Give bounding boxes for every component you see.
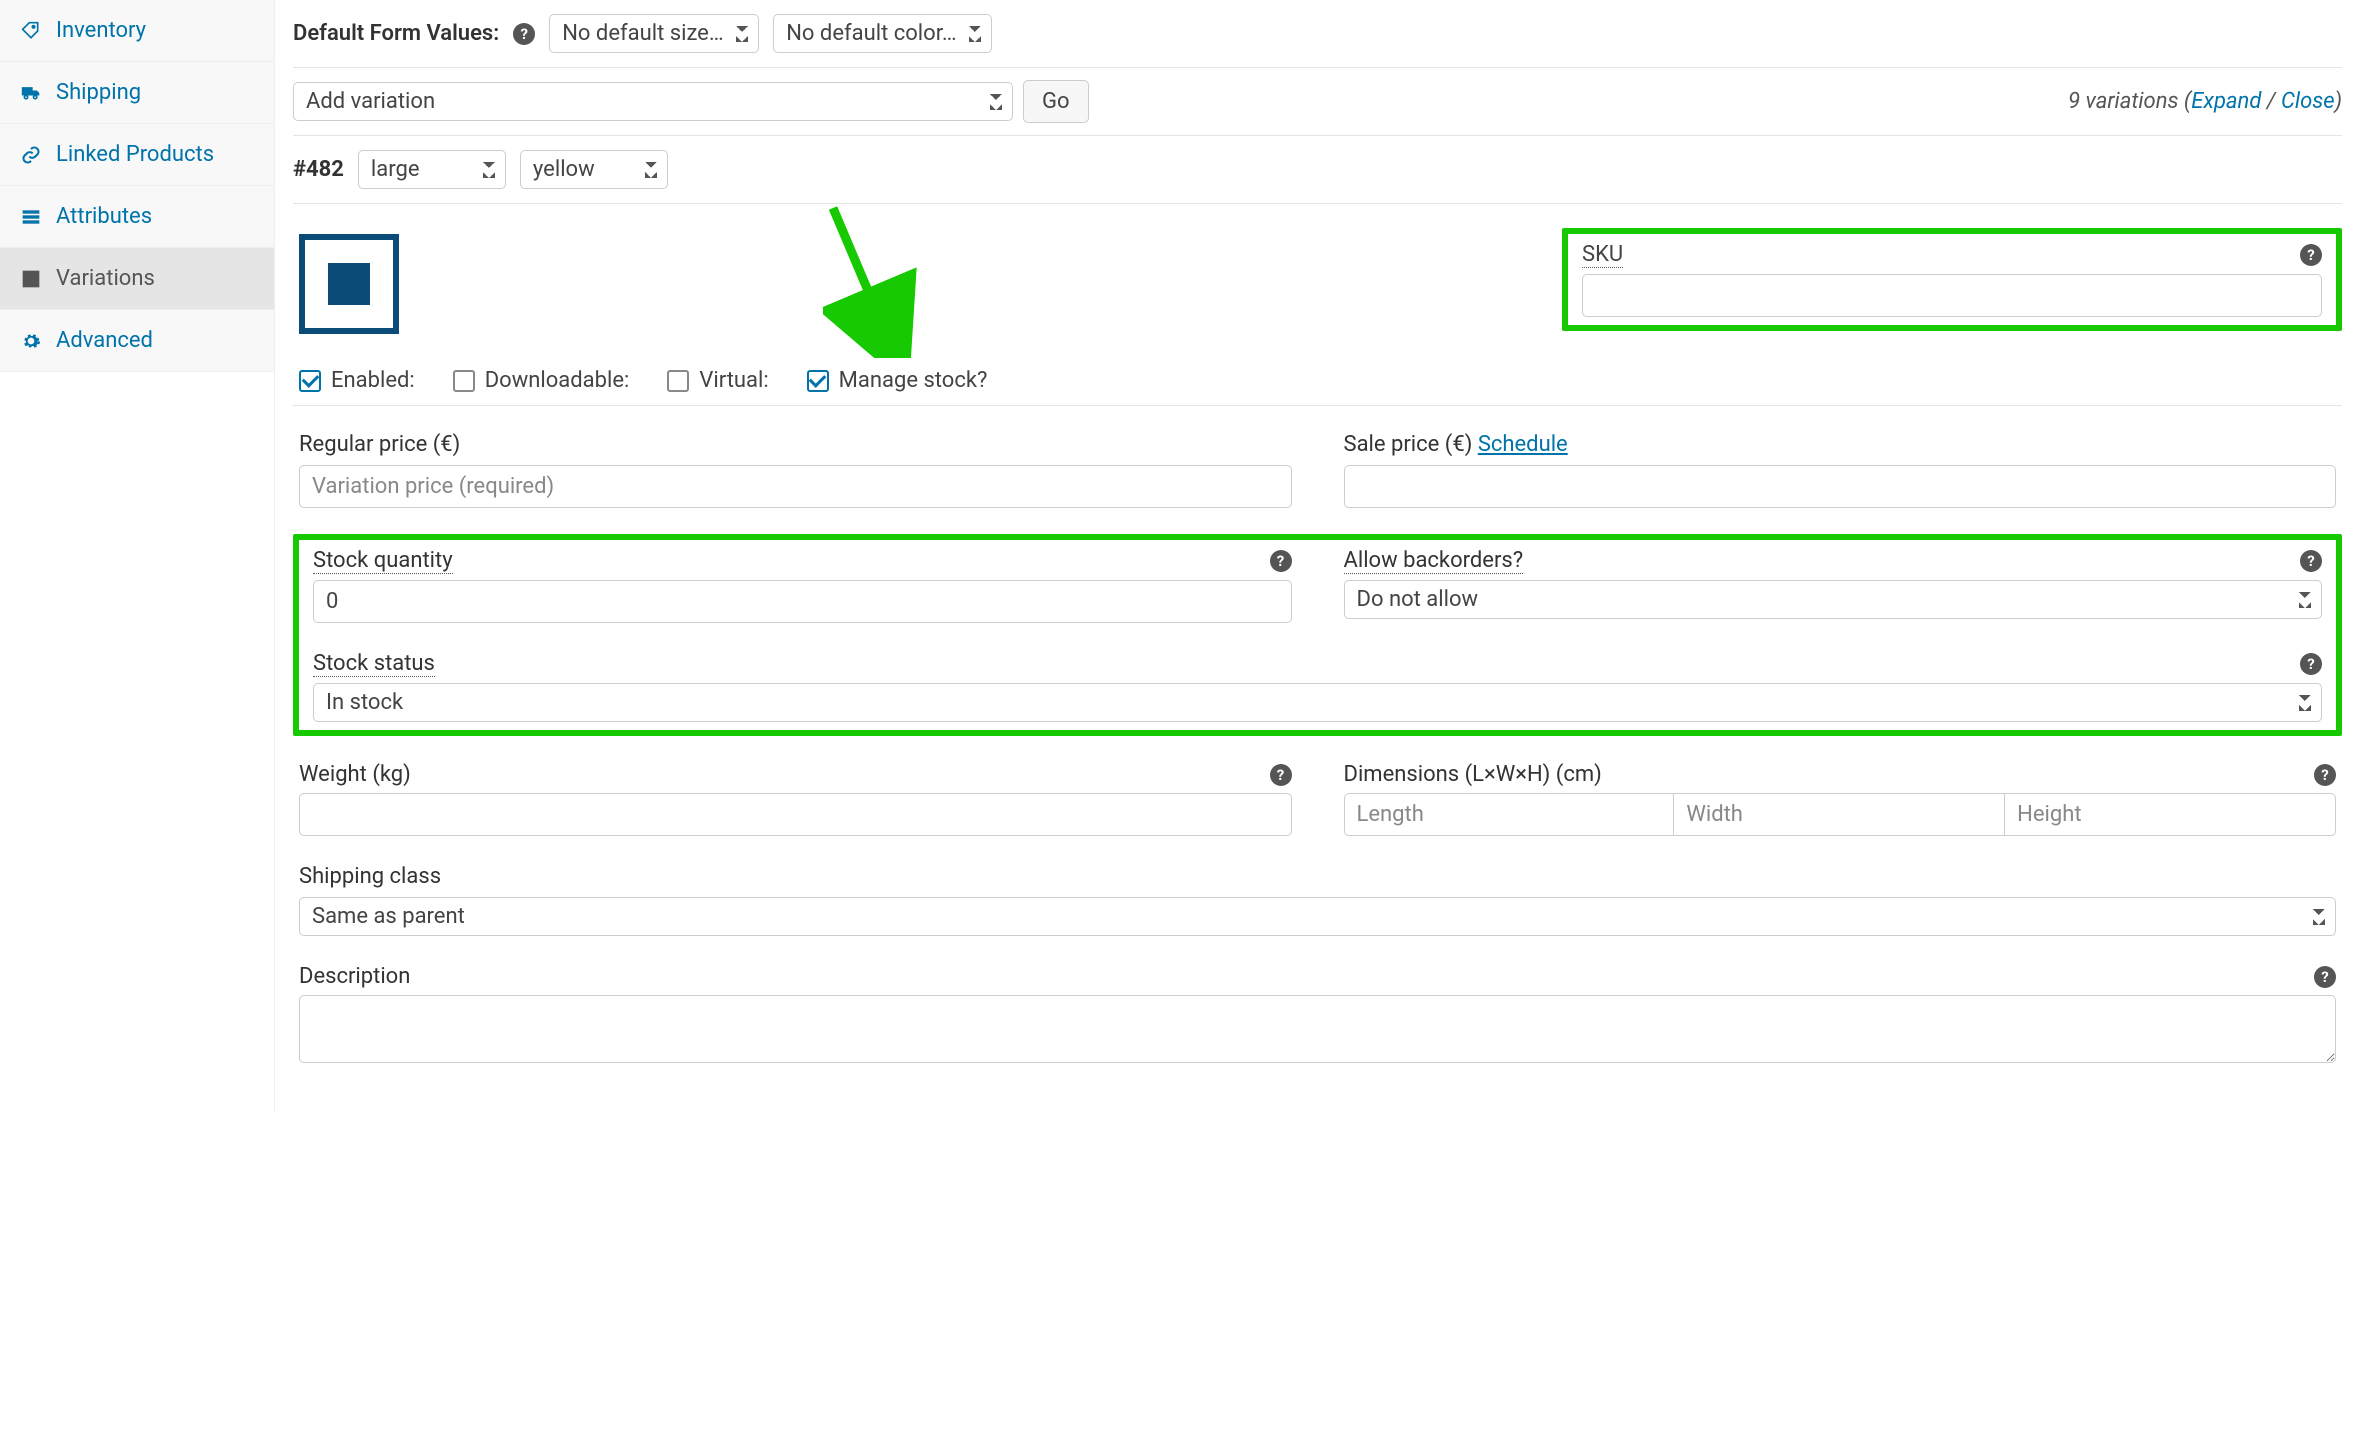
field-label: Dimensions (L×W×H) (cm) — [1344, 762, 1602, 787]
field-label: Allow backorders? — [1344, 548, 1524, 574]
variation-bulk-action-select[interactable]: Add variation — [293, 82, 1013, 121]
list-icon — [20, 206, 42, 228]
tab-label: Inventory — [56, 18, 146, 43]
regular-price-input[interactable] — [299, 465, 1292, 508]
variations-panel: Default Form Values: ? No default size… … — [275, 0, 2360, 1113]
help-icon[interactable]: ? — [1270, 550, 1292, 572]
default-form-values-row: Default Form Values: ? No default size… … — [293, 0, 2342, 67]
default-values-label: Default Form Values: — [293, 21, 499, 46]
variation-header[interactable]: #482 large yellow — [293, 136, 2342, 204]
description-textarea[interactable] — [299, 995, 2336, 1063]
field-label: Stock quantity — [313, 548, 453, 574]
variation-flags-row: Enabled: Downloadable: Virtual: Manage s… — [293, 356, 2342, 406]
image-placeholder-icon — [321, 256, 377, 312]
field-label: Shipping class — [299, 864, 2336, 889]
tab-advanced[interactable]: Advanced — [0, 310, 274, 372]
help-icon[interactable]: ? — [513, 23, 535, 45]
regular-price-field: Regular price (€) — [299, 432, 1292, 508]
backorders-field: Allow backorders?? Do not allow — [1344, 548, 2323, 623]
annotation-arrow — [823, 198, 933, 358]
sku-input[interactable] — [1582, 274, 2322, 317]
description-field: Description? — [299, 964, 2336, 1069]
default-size-select[interactable]: No default size… — [549, 14, 759, 53]
go-button[interactable]: Go — [1023, 80, 1089, 123]
variation-color-select[interactable]: yellow — [520, 150, 668, 189]
height-input[interactable] — [2005, 793, 2336, 836]
tab-attributes[interactable]: Attributes — [0, 186, 274, 248]
field-label: Stock status — [313, 651, 435, 677]
close-link[interactable]: Close — [2281, 89, 2335, 114]
width-input[interactable] — [1674, 793, 2005, 836]
schedule-link[interactable]: Schedule — [1478, 432, 1568, 457]
variation-count: 9 — [2068, 89, 2080, 114]
checkbox-icon — [667, 370, 689, 392]
field-label: Regular price (€) — [299, 432, 1292, 457]
stock-highlight: Stock quantity? Allow backorders?? Do no… — [293, 534, 2342, 736]
weight-input[interactable] — [299, 793, 1292, 836]
tab-inventory[interactable]: Inventory — [0, 0, 274, 62]
variation-image-upload[interactable] — [299, 234, 399, 334]
tab-label: Attributes — [56, 204, 152, 229]
truck-icon — [20, 82, 42, 104]
tab-label: Linked Products — [56, 142, 214, 167]
help-icon[interactable]: ? — [1270, 764, 1292, 786]
field-label: Description — [299, 964, 410, 989]
help-icon[interactable]: ? — [2300, 550, 2322, 572]
checkbox-icon — [453, 370, 475, 392]
variation-id: #482 — [293, 157, 344, 182]
downloadable-checkbox[interactable]: Downloadable: — [453, 368, 630, 393]
help-icon[interactable]: ? — [2314, 966, 2336, 988]
help-icon[interactable]: ? — [2300, 653, 2322, 675]
virtual-checkbox[interactable]: Virtual: — [667, 368, 768, 393]
sale-price-field: Sale price (€) Schedule — [1344, 432, 2337, 508]
checkbox-icon — [807, 370, 829, 392]
manage-stock-checkbox[interactable]: Manage stock? — [807, 368, 988, 393]
sku-label: SKU — [1582, 242, 1623, 268]
grid-icon — [20, 268, 42, 290]
default-color-select[interactable]: No default color… — [773, 14, 992, 53]
tab-label: Advanced — [56, 328, 153, 353]
tab-label: Variations — [56, 266, 155, 291]
expand-link[interactable]: Expand — [2191, 89, 2261, 114]
shipping-class-field: Shipping class Same as parent — [299, 864, 2336, 936]
checkbox-icon — [299, 370, 321, 392]
sku-highlight: SKU ? — [1562, 228, 2342, 331]
length-input[interactable] — [1344, 793, 1675, 836]
tab-linked-products[interactable]: Linked Products — [0, 124, 274, 186]
tab-variations[interactable]: Variations — [0, 248, 274, 310]
enabled-checkbox[interactable]: Enabled: — [299, 368, 415, 393]
variation-body: SKU ? Enabled: Downloadable: Virtual: Ma… — [293, 204, 2342, 1083]
sale-price-input[interactable] — [1344, 465, 2337, 508]
shipping-class-select[interactable]: Same as parent — [299, 897, 2336, 936]
stock-status-field: Stock status? In stock — [313, 651, 2322, 722]
stock-status-select[interactable]: In stock — [313, 683, 2322, 722]
gear-icon — [20, 330, 42, 352]
help-icon[interactable]: ? — [2300, 244, 2322, 266]
tab-label: Shipping — [56, 80, 141, 105]
tag-icon — [20, 20, 42, 42]
weight-field: Weight (kg)? — [299, 762, 1292, 836]
stock-quantity-field: Stock quantity? — [313, 548, 1292, 623]
product-data-tabs: Inventory Shipping Linked Products Attri… — [0, 0, 275, 1113]
field-label: Sale price (€) Schedule — [1344, 432, 2337, 457]
variation-size-select[interactable]: large — [358, 150, 506, 189]
tab-shipping[interactable]: Shipping — [0, 62, 274, 124]
stock-quantity-input[interactable] — [313, 580, 1292, 623]
field-label: Weight (kg) — [299, 762, 411, 787]
variations-count-info: 9 variations (Expand / Close) — [2068, 89, 2342, 114]
link-icon — [20, 144, 42, 166]
variations-action-bar: Add variation Go 9 variations (Expand / … — [293, 67, 2342, 136]
help-icon[interactable]: ? — [2314, 764, 2336, 786]
dimensions-field: Dimensions (L×W×H) (cm)? — [1344, 762, 2337, 836]
backorders-select[interactable]: Do not allow — [1344, 580, 2323, 619]
